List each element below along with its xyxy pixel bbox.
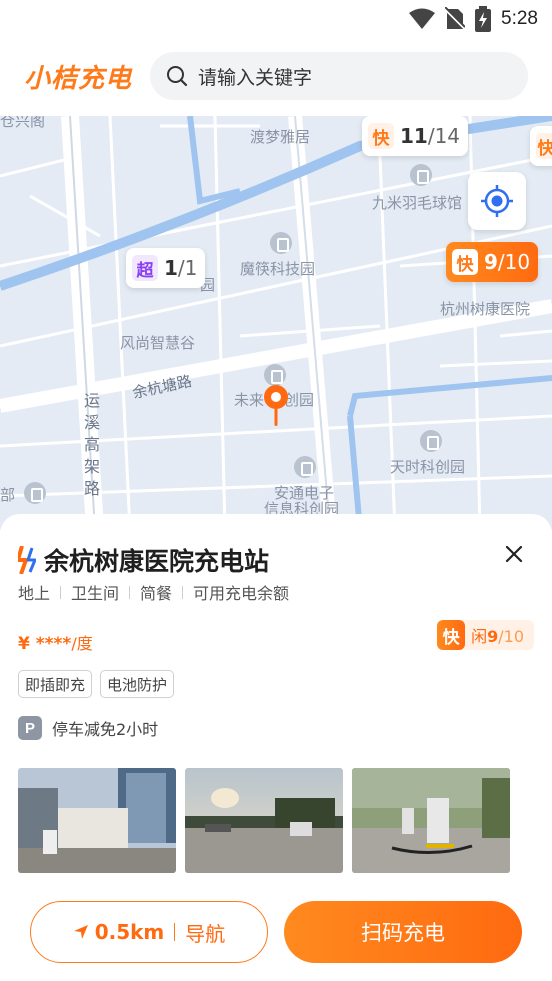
poi-bu-icon [24, 482, 46, 504]
station-photo-3[interactable] [352, 768, 510, 873]
facility-item: 可用充电余额 [193, 584, 290, 603]
map-label-shukang: 杭州树康医院 [440, 300, 531, 318]
price: ¥ ****/度 [18, 630, 93, 654]
marker-available: 9 [484, 250, 498, 274]
map-label-fengshang: 风尚智慧谷 [120, 334, 196, 352]
map-label-moshu: 魔筷科技园 [240, 260, 316, 278]
wifi-icon [409, 8, 436, 29]
scan-charge-label: 扫码充电 [361, 921, 445, 945]
facility-item: 地上 [18, 584, 51, 603]
poi-andian-icon [294, 456, 316, 478]
navigate-button[interactable]: 0.5km 导航 [30, 901, 268, 963]
fast-idle-count: 闲9/10 [471, 623, 524, 647]
poi-tianshi-icon [420, 430, 442, 452]
search-input[interactable]: 请输入关键字 [150, 52, 528, 100]
marker-total: /10 [497, 250, 531, 274]
map-view[interactable]: 仓兴阁 渡梦雅居 九米羽毛球馆 魔筷科技园 园 杭州树康医院 风尚智慧谷 余杭塘… [0, 116, 552, 530]
search-icon [167, 66, 188, 87]
facility-divider [182, 585, 184, 599]
price-currency: ¥ [18, 634, 30, 654]
map-label-dumeng: 渡梦雅居 [250, 128, 311, 146]
station-name: 余杭树康医院充电站 [44, 547, 270, 576]
feature-tag: 即插即充 [18, 670, 93, 698]
search-placeholder: 请输入关键字 [198, 66, 313, 89]
status-time: 5:28 [501, 8, 538, 29]
parking-info: P 停车减免2小时 [18, 716, 158, 740]
parking-icon: P [18, 716, 42, 740]
idle-prefix: 闲 [471, 627, 488, 646]
status-icons: 5:28 [409, 6, 538, 32]
fast-tag: 快 [536, 133, 552, 159]
charging-bolt-icon [18, 546, 36, 574]
fast-tag: 快 [437, 620, 466, 650]
navigate-label: 导航 [185, 921, 226, 946]
fast-tag: 快 [452, 249, 478, 275]
price-masked: **** [35, 634, 72, 654]
marker-total: /1 [177, 256, 198, 280]
header: 小桔充电 请输入关键字 [0, 38, 552, 116]
station-photo-2[interactable] [185, 768, 343, 873]
facility-item: 简餐 [140, 584, 173, 603]
button-divider [174, 923, 176, 941]
map-label-bu: 部 [0, 486, 16, 504]
idle-available: 9 [487, 627, 499, 646]
location-pin-icon [264, 385, 288, 426]
map-label-cangxing: 仓兴阁 [0, 116, 46, 130]
map-label-yunxi: 运溪高架路 [84, 391, 101, 498]
facility-divider [60, 585, 62, 599]
price-unit: /度 [71, 634, 93, 653]
poi-sports-icon [410, 164, 432, 186]
station-photos [18, 768, 510, 873]
map-label-jiumi: 九米羽毛球馆 [372, 194, 463, 212]
facility-list: 地上 卫生间 简餐 可用充电余额 [18, 580, 289, 604]
station-title-row: 余杭树康医院充电站 [18, 542, 269, 578]
station-marker-selected[interactable]: 快 9/10 [446, 242, 539, 282]
station-marker-2[interactable]: 超 1/1 [126, 248, 206, 288]
battery-charging-icon [475, 6, 492, 32]
poi-building-icon [270, 232, 292, 254]
marker-total: /14 [427, 124, 461, 148]
facility-item: 卫生间 [71, 584, 120, 603]
feature-tag: 电池防护 [100, 670, 175, 698]
app-logo: 小桔充电 [24, 64, 133, 94]
close-icon[interactable] [502, 542, 526, 566]
poi-park-icon [264, 364, 286, 386]
fast-charger-badge: 快 闲9/10 [437, 620, 534, 650]
marker-available: 1 [164, 256, 178, 280]
navigation-arrow-icon [73, 925, 88, 939]
station-marker-4[interactable]: 快 [530, 126, 552, 166]
station-detail-sheet: 余杭树康医院充电站 地上 卫生间 简餐 可用充电余额 ¥ ****/度 快 闲9… [0, 514, 552, 981]
scan-charge-button[interactable]: 扫码充电 [284, 901, 522, 963]
locate-icon [481, 185, 513, 217]
fast-tag: 快 [368, 123, 394, 149]
station-photo-1[interactable] [18, 768, 176, 873]
parking-text: 停车减免2小时 [52, 720, 159, 739]
map-label-tianshi: 天时科创园 [390, 458, 466, 476]
map-label-weilai: 未来 [234, 391, 265, 409]
feature-tags: 即插即充 电池防护 [18, 670, 175, 698]
locate-button[interactable] [468, 172, 526, 230]
app-root: 5:28 小桔充电 请输入关键字 仓兴阁 渡梦雅居 九米羽毛球馆 魔筷科技园 园… [0, 0, 552, 981]
marker-available: 11 [400, 124, 428, 148]
status-bar: 5:28 [0, 0, 552, 38]
idle-total: /10 [498, 627, 524, 646]
no-sim-icon [445, 7, 466, 30]
distance-text: 0.5km [94, 920, 165, 944]
station-marker-1[interactable]: 快 11/14 [362, 116, 469, 156]
super-tag: 超 [132, 255, 158, 281]
facility-divider [129, 585, 131, 599]
